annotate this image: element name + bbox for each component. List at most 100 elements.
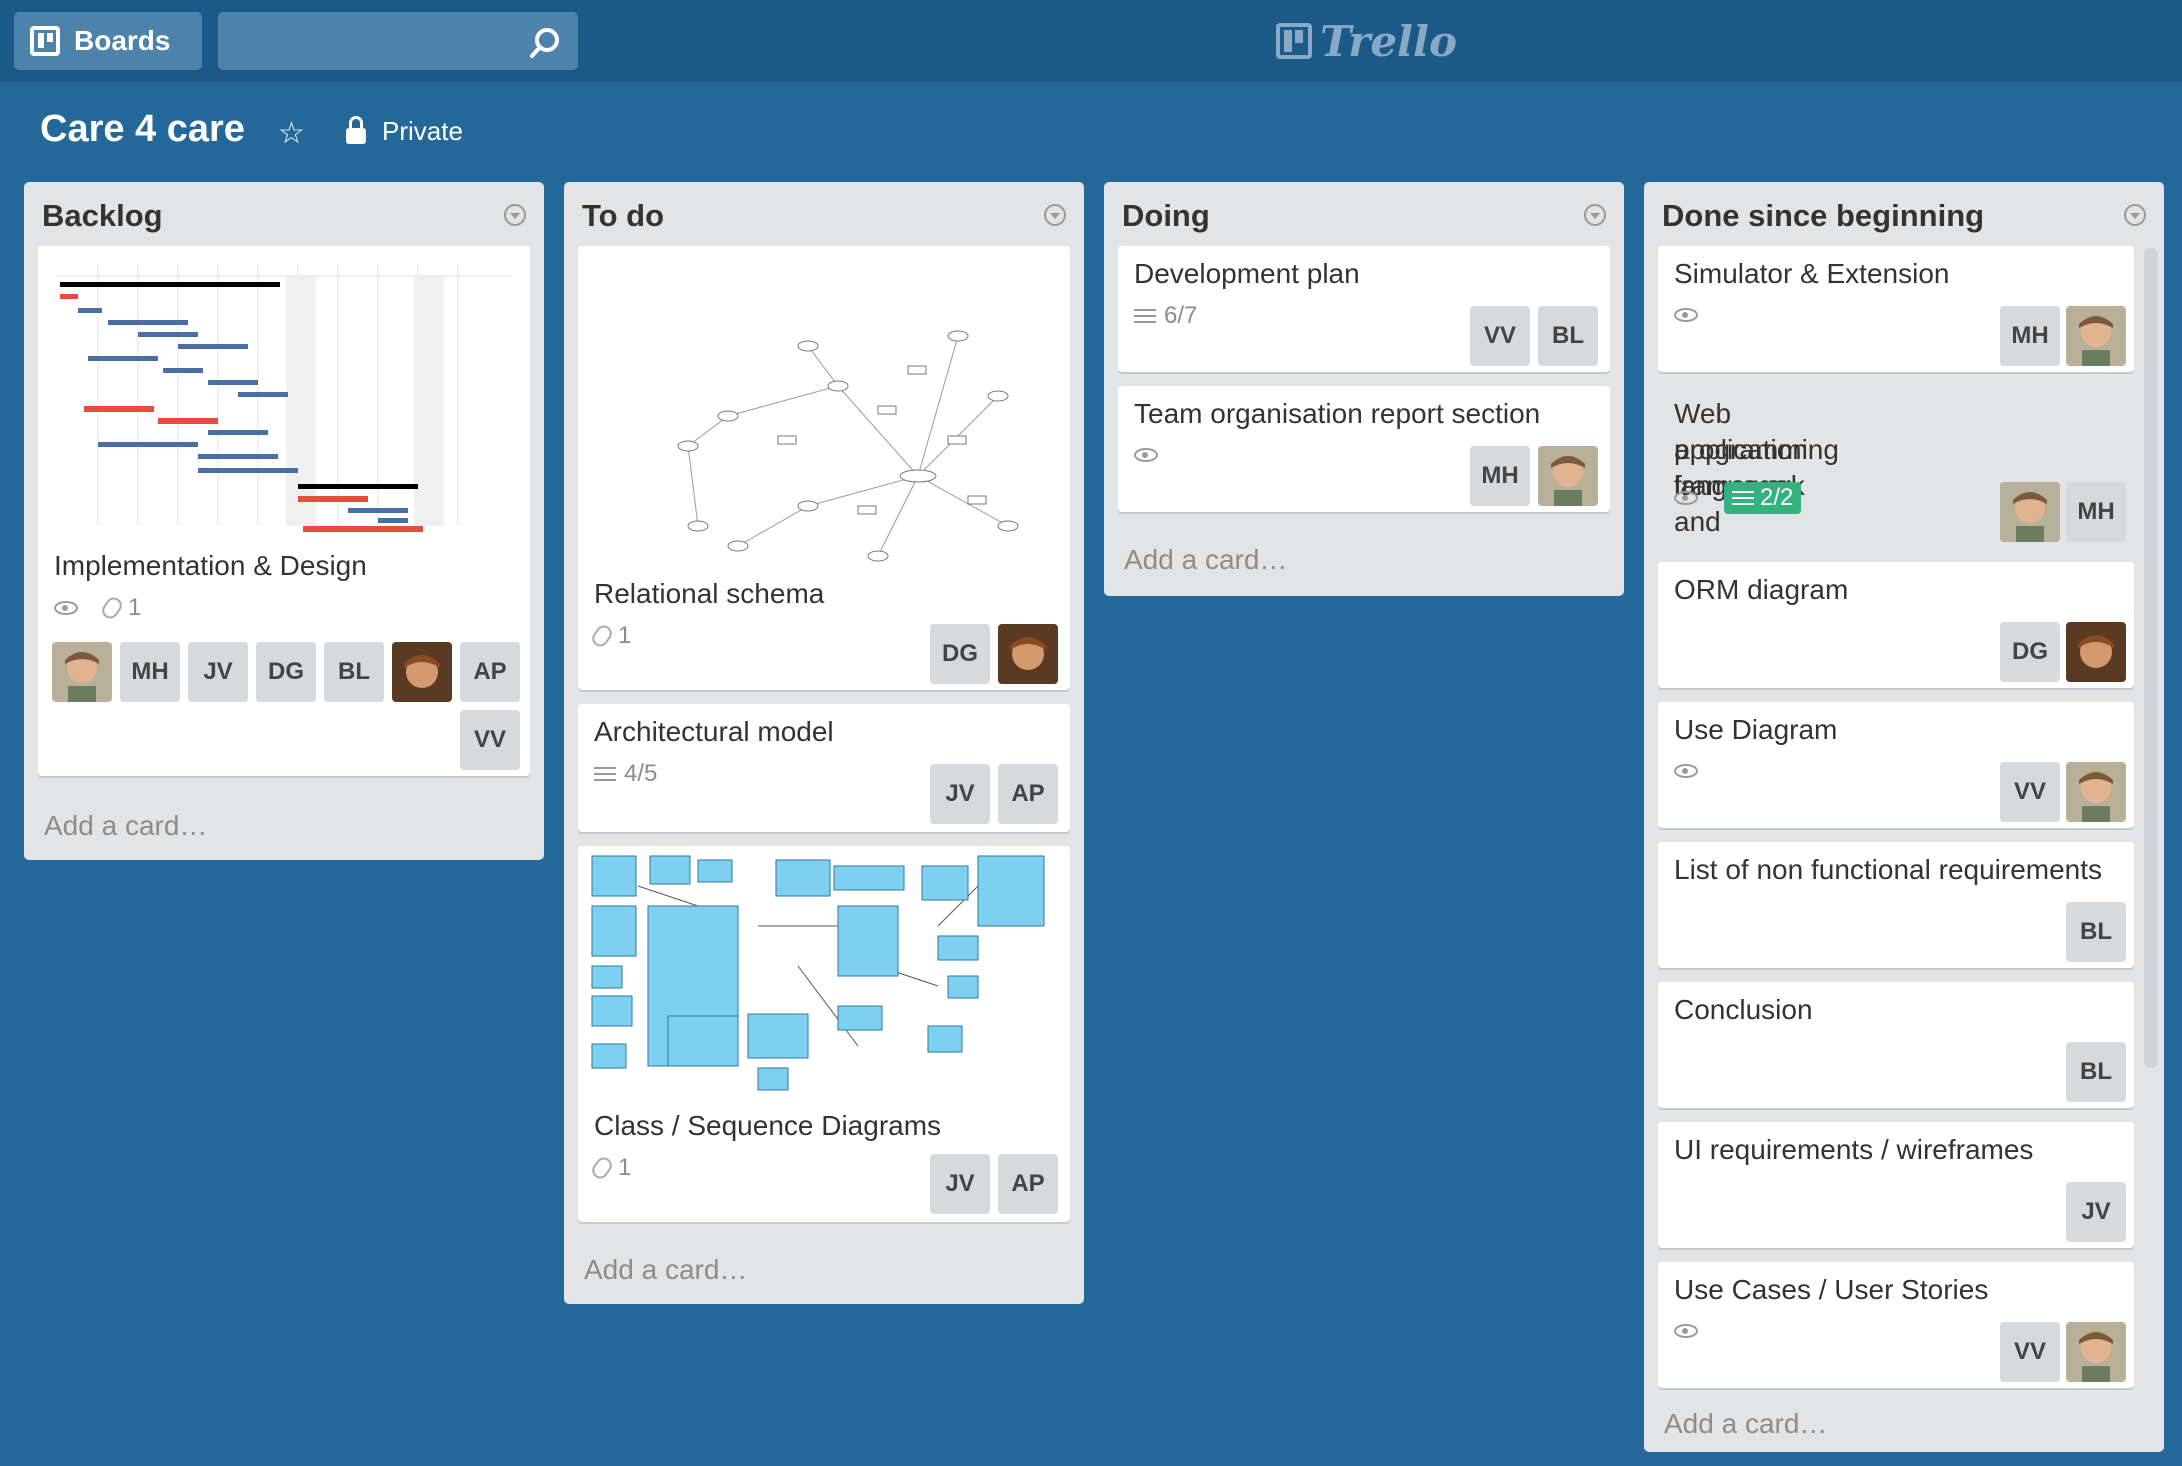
search-input[interactable] <box>218 12 578 70</box>
gantt-chart-cover-image <box>38 246 530 536</box>
add-card-link[interactable]: Add a card… <box>44 810 207 842</box>
avatar[interactable] <box>2066 622 2126 682</box>
checklist-icon <box>1134 308 1156 324</box>
list-menu-icon[interactable] <box>2124 204 2146 226</box>
card-use-cases-user-stories[interactable]: Use Cases / User Stories VV <box>1658 1262 2134 1388</box>
member-avatar[interactable]: VV <box>2000 1322 2060 1382</box>
card-relational-schema[interactable]: Relational schema 1 DG <box>578 246 1070 690</box>
list-done: Done since beginning Simulator & Extensi… <box>1644 182 2164 1452</box>
member-avatar[interactable]: DG <box>2000 622 2060 682</box>
card-title: List of non functional requirements <box>1674 854 2103 885</box>
attachment-count: 1 <box>618 1154 632 1181</box>
member-avatar[interactable]: JV <box>930 1154 990 1214</box>
eye-icon <box>1674 764 1698 778</box>
checklist-count: 2/2 <box>1760 484 1794 511</box>
card-orm-diagram[interactable]: ORM diagram DG <box>1658 562 2134 688</box>
list-menu-icon[interactable] <box>1044 204 1066 226</box>
list-todo: To do Relational schema 1 DG Architectur… <box>564 182 1084 1304</box>
card-title: Architectural model <box>594 716 834 747</box>
avatar[interactable] <box>2066 762 2126 822</box>
member-avatar[interactable]: DG <box>256 642 316 702</box>
eye-icon <box>54 601 78 615</box>
member-avatar[interactable]: BL <box>2066 1042 2126 1102</box>
list-title[interactable]: Done since beginning <box>1662 198 1984 234</box>
member-avatar[interactable]: JV <box>2066 1182 2126 1242</box>
card-development-plan[interactable]: Development plan 6/7 VV BL <box>1118 246 1610 372</box>
list-menu-icon[interactable] <box>1584 204 1606 226</box>
card-team-organisation[interactable]: Team organisation report section MH <box>1118 386 1610 512</box>
card-implementation-design[interactable]: Implementation & Design 1 MH JV DG BL AP… <box>38 246 530 776</box>
class-diagram-cover-image <box>578 846 1070 1098</box>
checklist-icon <box>594 766 616 782</box>
list-title[interactable]: Doing <box>1122 198 1210 234</box>
paperclip-icon <box>99 594 125 622</box>
board-title[interactable]: Care 4 care <box>40 108 245 151</box>
card-title: Class / Sequence Diagrams <box>594 1110 942 1141</box>
schema-cover-image <box>578 246 1070 566</box>
list-menu-icon[interactable] <box>504 204 526 226</box>
member-avatar[interactable]: DG <box>930 624 990 684</box>
card-simulator-extension[interactable]: Simulator & Extension MH <box>1658 246 2134 372</box>
card-conclusion[interactable]: Conclusion BL <box>1658 982 2134 1108</box>
avatar[interactable] <box>2000 482 2060 542</box>
eye-icon <box>1674 1324 1698 1338</box>
card-badges <box>1674 1324 1698 1338</box>
add-card-link[interactable]: Add a card… <box>1664 1408 1827 1440</box>
card-badges <box>1134 448 1158 462</box>
avatar[interactable] <box>998 624 1058 684</box>
eye-icon <box>1674 308 1698 322</box>
avatar[interactable] <box>392 642 452 702</box>
card-title: Implementation & Design <box>54 550 367 581</box>
trello-logo[interactable]: Trello <box>1276 17 1457 66</box>
card-architectural-model[interactable]: Architectural model 4/5 JV AP <box>578 704 1070 832</box>
avatar[interactable] <box>2066 1322 2126 1382</box>
card-title: Use Diagram <box>1674 714 1838 745</box>
member-avatar[interactable]: BL <box>2066 902 2126 962</box>
checklist-count: 4/5 <box>624 760 658 787</box>
member-avatar[interactable]: VV <box>1470 306 1530 366</box>
member-avatar[interactable]: MH <box>2000 306 2060 366</box>
add-card-link[interactable]: Add a card… <box>584 1254 747 1286</box>
member-avatar[interactable]: VV <box>2000 762 2060 822</box>
card-badges <box>1674 308 1698 322</box>
eye-icon <box>1674 491 1698 505</box>
card-use-diagram[interactable]: Use Diagram VV <box>1658 702 2134 828</box>
boards-label: Boards <box>74 25 171 56</box>
paperclip-icon <box>589 622 615 650</box>
member-avatar[interactable]: JV <box>188 642 248 702</box>
member-avatar[interactable]: AP <box>998 764 1058 824</box>
list-title[interactable]: Backlog <box>42 198 163 234</box>
list-scrollbar[interactable] <box>2144 248 2158 1068</box>
boards-button[interactable]: Boards <box>14 12 202 70</box>
checklist-count: 6/7 <box>1164 302 1198 329</box>
member-avatar[interactable]: BL <box>324 642 384 702</box>
member-avatar[interactable]: BL <box>1538 306 1598 366</box>
search-icon[interactable] <box>528 26 562 60</box>
visibility-button[interactable]: Private <box>346 115 463 147</box>
trello-logo-icon <box>1276 23 1312 59</box>
search-box[interactable] <box>218 12 578 70</box>
card-title: Use Cases / User Stories <box>1674 1274 1989 1305</box>
lock-icon <box>346 115 366 144</box>
member-avatar[interactable]: MH <box>120 642 180 702</box>
list-title[interactable]: To do <box>582 198 664 234</box>
member-avatar[interactable]: AP <box>998 1154 1058 1214</box>
paperclip-icon <box>589 1154 615 1182</box>
attachment-count: 1 <box>618 622 632 649</box>
card-ui-requirements[interactable]: UI requirements / wireframes JV <box>1658 1122 2134 1248</box>
member-avatar[interactable]: JV <box>930 764 990 824</box>
member-avatar[interactable]: VV <box>460 710 520 770</box>
card-badges: 1 <box>589 622 632 650</box>
member-avatar[interactable]: MH <box>2066 482 2126 542</box>
card-title: Relational schema <box>594 578 825 609</box>
member-avatar[interactable]: AP <box>460 642 520 702</box>
member-avatar[interactable]: MH <box>1470 446 1530 506</box>
card-title: Team organisation report section <box>1134 398 1541 429</box>
avatar[interactable] <box>1538 446 1598 506</box>
card-class-sequence-diagrams[interactable]: Class / Sequence Diagrams 1 JV AP <box>578 846 1070 1222</box>
card-non-functional-requirements[interactable]: List of non functional requirements BL <box>1658 842 2134 968</box>
avatar[interactable] <box>52 642 112 702</box>
avatar[interactable] <box>2066 306 2126 366</box>
add-card-link[interactable]: Add a card… <box>1124 544 1287 576</box>
star-icon[interactable]: ☆ <box>278 116 305 151</box>
